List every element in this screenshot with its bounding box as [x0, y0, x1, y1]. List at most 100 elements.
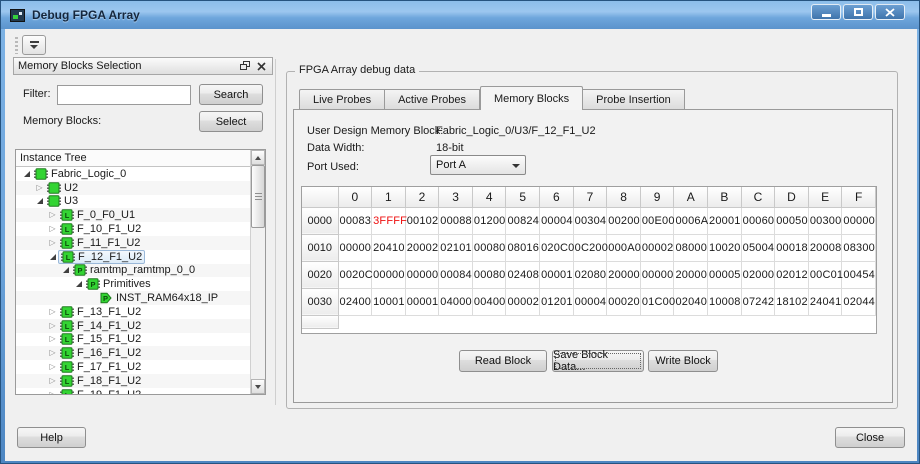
memory-cell-0020-A[interactable]: 20000	[674, 261, 708, 288]
help-button[interactable]: Help	[17, 427, 86, 448]
collapse-arrow-icon[interactable]	[60, 267, 71, 273]
close-window-button[interactable]	[875, 4, 905, 20]
tab-memory-blocks[interactable]: Memory Blocks	[480, 86, 583, 110]
expand-arrow-icon[interactable]: ▷	[47, 225, 58, 233]
memory-cell-0000-1[interactable]: 3FFFF	[372, 207, 406, 234]
expand-arrow-icon[interactable]: ▷	[47, 239, 58, 247]
memory-cell-0000-D[interactable]: 00050	[775, 207, 809, 234]
col-header-8[interactable]: 8	[607, 187, 641, 207]
row-header-0020[interactable]: 0020	[302, 261, 338, 288]
col-header-4[interactable]: 4	[472, 187, 506, 207]
tree-item-f-12-f1-u2[interactable]: LF_12_F1_U2	[16, 250, 250, 264]
memory-cell-0000-0[interactable]: 00083	[338, 207, 372, 234]
memory-cell-0010-9[interactable]: 00002	[640, 234, 674, 261]
col-header-a[interactable]: A	[674, 187, 708, 207]
tab-active-probes[interactable]: Active Probes	[385, 89, 480, 110]
memory-cell-0030-D[interactable]: 18102	[775, 288, 809, 315]
port-used-dropdown[interactable]: Port A	[430, 155, 526, 175]
memory-cell-0020-3[interactable]: 00084	[439, 261, 473, 288]
col-header-c[interactable]: C	[741, 187, 775, 207]
tree-item-f-16-f1-u2[interactable]: ▷LF_16_F1_U2	[16, 346, 250, 360]
expand-arrow-icon[interactable]: ▷	[47, 211, 58, 219]
memory-cell-0030-6[interactable]: 01201	[540, 288, 574, 315]
memory-cell-0000-3[interactable]: 00088	[439, 207, 473, 234]
memory-cell-0030-5[interactable]: 00002	[506, 288, 540, 315]
row-header-0010[interactable]: 0010	[302, 234, 338, 261]
tree-item-fabric-logic-0[interactable]: Fabric_Logic_0	[16, 167, 250, 181]
memory-cell-0020-6[interactable]: 00001	[540, 261, 574, 288]
memory-cell-0020-9[interactable]: 00000	[640, 261, 674, 288]
col-header-d[interactable]: D	[775, 187, 809, 207]
memory-cell-0010-2[interactable]: 20002	[405, 234, 439, 261]
memory-cell-0010-3[interactable]: 02101	[439, 234, 473, 261]
memory-cell-0020-7[interactable]: 02080	[573, 261, 607, 288]
memory-cell-0010-1[interactable]: 20410	[372, 234, 406, 261]
expand-arrow-icon[interactable]: ▷	[47, 363, 58, 371]
tree-item-f-11-f1-u2[interactable]: ▷LF_11_F1_U2	[16, 236, 250, 250]
expand-arrow-icon[interactable]: ▷	[47, 322, 58, 330]
memory-cell-0010-8[interactable]: 000A0	[607, 234, 641, 261]
col-header-2[interactable]: 2	[405, 187, 439, 207]
memory-cell-0000-4[interactable]: 01200	[472, 207, 506, 234]
col-header-b[interactable]: B	[708, 187, 742, 207]
save-block-data-button[interactable]: Save Block Data...	[552, 350, 644, 372]
memory-cell-0010-D[interactable]: 00018	[775, 234, 809, 261]
memory-cell-0020-1[interactable]: 00000	[372, 261, 406, 288]
tree-item-inst-ram64x18-ip[interactable]: PINST_RAM64x18_IP	[16, 291, 250, 305]
memory-cell-0000-9[interactable]: 00E00	[640, 207, 674, 234]
memory-cell-0020-B[interactable]: 00005	[708, 261, 742, 288]
expand-arrow-icon[interactable]: ▷	[47, 308, 58, 316]
filter-input[interactable]	[57, 85, 191, 105]
memory-cell-0030-C[interactable]: 07242	[741, 288, 775, 315]
scroll-down-button[interactable]	[251, 379, 265, 394]
memory-cell-0010-6[interactable]: 020C0	[540, 234, 574, 261]
memory-cell-0000-A[interactable]: 0006A	[674, 207, 708, 234]
memory-cell-0030-1[interactable]: 10001	[372, 288, 406, 315]
memory-cell-0010-F[interactable]: 08300	[842, 234, 876, 261]
memory-cell-0000-C[interactable]: 00060	[741, 207, 775, 234]
tree-item-ramtmp-ramtmp-0-0[interactable]: Pramtmp_ramtmp_0_0	[16, 264, 250, 278]
collapse-arrow-icon[interactable]	[47, 254, 58, 260]
memory-cell-0000-2[interactable]: 00102	[405, 207, 439, 234]
memory-cell-0010-7[interactable]: 0C200	[573, 234, 607, 261]
memory-cell-0000-E[interactable]: 00300	[808, 207, 842, 234]
memory-cell-0000-8[interactable]: 00200	[607, 207, 641, 234]
memory-cell-0030-9[interactable]: 01C00	[640, 288, 674, 315]
tree-item-f-17-f1-u2[interactable]: ▷LF_17_F1_U2	[16, 360, 250, 374]
col-header-3[interactable]: 3	[439, 187, 473, 207]
float-panel-button[interactable]	[238, 60, 252, 73]
memory-cell-0030-B[interactable]: 10008	[708, 288, 742, 315]
memory-cell-0020-0[interactable]: 0020C	[338, 261, 372, 288]
col-header-1[interactable]: 1	[372, 187, 406, 207]
expand-arrow-icon[interactable]: ▷	[47, 377, 58, 385]
col-header-7[interactable]: 7	[573, 187, 607, 207]
close-panel-button[interactable]	[254, 60, 268, 73]
memory-cell-0020-4[interactable]: 00080	[472, 261, 506, 288]
col-header-5[interactable]: 5	[506, 187, 540, 207]
memory-cell-0010-C[interactable]: 05004	[741, 234, 775, 261]
collapse-arrow-icon[interactable]	[73, 281, 84, 287]
minimize-button[interactable]	[811, 4, 841, 20]
memory-cell-0010-4[interactable]: 00080	[472, 234, 506, 261]
scrollbar-thumb[interactable]	[251, 165, 265, 228]
search-button[interactable]: Search	[199, 84, 263, 105]
toolbar-drag-handle[interactable]	[15, 37, 18, 54]
tab-live-probes[interactable]: Live Probes	[299, 89, 385, 110]
memory-cell-0020-5[interactable]: 02408	[506, 261, 540, 288]
memory-cell-0010-E[interactable]: 20008	[808, 234, 842, 261]
memory-cell-0030-F[interactable]: 02044	[842, 288, 876, 315]
tree-item-f-10-f1-u2[interactable]: ▷LF_10_F1_U2	[16, 222, 250, 236]
col-header-0[interactable]: 0	[338, 187, 372, 207]
memory-cell-0030-3[interactable]: 04000	[439, 288, 473, 315]
tree-item-f-13-f1-u2[interactable]: ▷LF_13_F1_U2	[16, 305, 250, 319]
col-header-e[interactable]: E	[808, 187, 842, 207]
close-button[interactable]: Close	[835, 427, 905, 448]
memory-cell-0010-5[interactable]: 08016	[506, 234, 540, 261]
memory-cell-0030-E[interactable]: 24041	[808, 288, 842, 315]
memory-blocks-selection-header[interactable]: Memory Blocks Selection	[13, 57, 273, 75]
tree-item-u2[interactable]: ▷U2	[16, 181, 250, 195]
row-header-0000[interactable]: 0000	[302, 207, 338, 234]
collapse-arrow-icon[interactable]	[34, 198, 45, 204]
read-block-button[interactable]: Read Block	[459, 350, 547, 372]
toolbar-menu-button[interactable]	[22, 35, 46, 55]
